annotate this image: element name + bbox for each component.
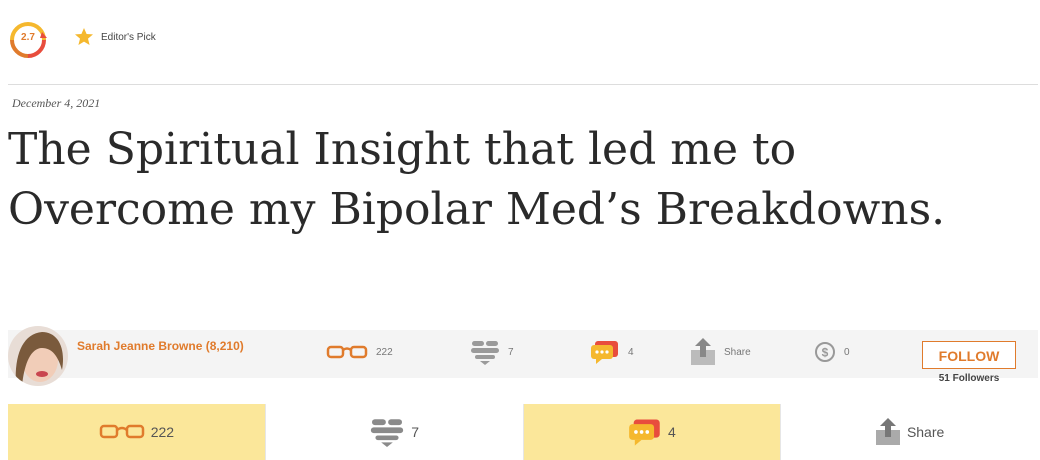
rating-badge[interactable]: 2.7 (8, 20, 48, 60)
avatar-image (8, 326, 68, 386)
editors-pick-label: Editor's Pick (101, 32, 156, 43)
glasses-icon (99, 424, 144, 439)
likes-count: 7 (508, 346, 514, 358)
likes-stat[interactable]: 7 (470, 340, 514, 365)
publish-date: December 4, 2021 (12, 96, 101, 110)
avatar[interactable] (8, 326, 68, 386)
share-icon (875, 418, 900, 445)
dollar-circle-icon: $ (815, 342, 835, 362)
svg-text:$: $ (822, 346, 829, 360)
glasses-icon (326, 345, 368, 359)
author-bar (8, 330, 1038, 378)
share-action-label: Share (906, 424, 945, 440)
heart-stripes-icon (471, 341, 499, 365)
author-name-link[interactable]: Sarah Jeanne Browne (8,210) (77, 339, 244, 353)
header-divider (8, 84, 1038, 85)
heart-stripes-icon (371, 419, 404, 447)
star-icon (75, 28, 93, 45)
reads-action[interactable]: 222 (8, 404, 266, 460)
share-action[interactable]: Share (781, 404, 1038, 460)
like-action-count: 7 (411, 424, 420, 440)
like-action[interactable]: 7 (266, 404, 524, 460)
reads-action-count: 222 (150, 424, 175, 440)
comments-icon (629, 419, 660, 446)
tips-count: 0 (844, 346, 850, 358)
share-stat[interactable]: Share (690, 338, 751, 365)
tips-stat[interactable]: $ 0 (814, 340, 850, 364)
action-row: 222 7 4 Share (8, 404, 1038, 460)
share-label: Share (724, 346, 751, 358)
comments-action[interactable]: 4 (523, 404, 782, 460)
rating-value: 2.7 (21, 32, 35, 43)
reads-stat: 222 (326, 340, 393, 364)
followers-count: 51 Followers (938, 373, 1000, 384)
comments-icon (591, 341, 618, 364)
article-meta-bar: 2.7 Editor's Pick (0, 0, 1040, 80)
comments-action-count: 4 (667, 424, 676, 440)
share-icon (691, 338, 715, 365)
article-title: The Spiritual Insight that led me to Ove… (8, 124, 946, 235)
comments-stat[interactable]: 4 (590, 340, 634, 364)
comments-count: 4 (628, 346, 634, 358)
reads-count: 222 (376, 346, 393, 358)
follow-button[interactable]: FOLLOW (922, 341, 1016, 369)
